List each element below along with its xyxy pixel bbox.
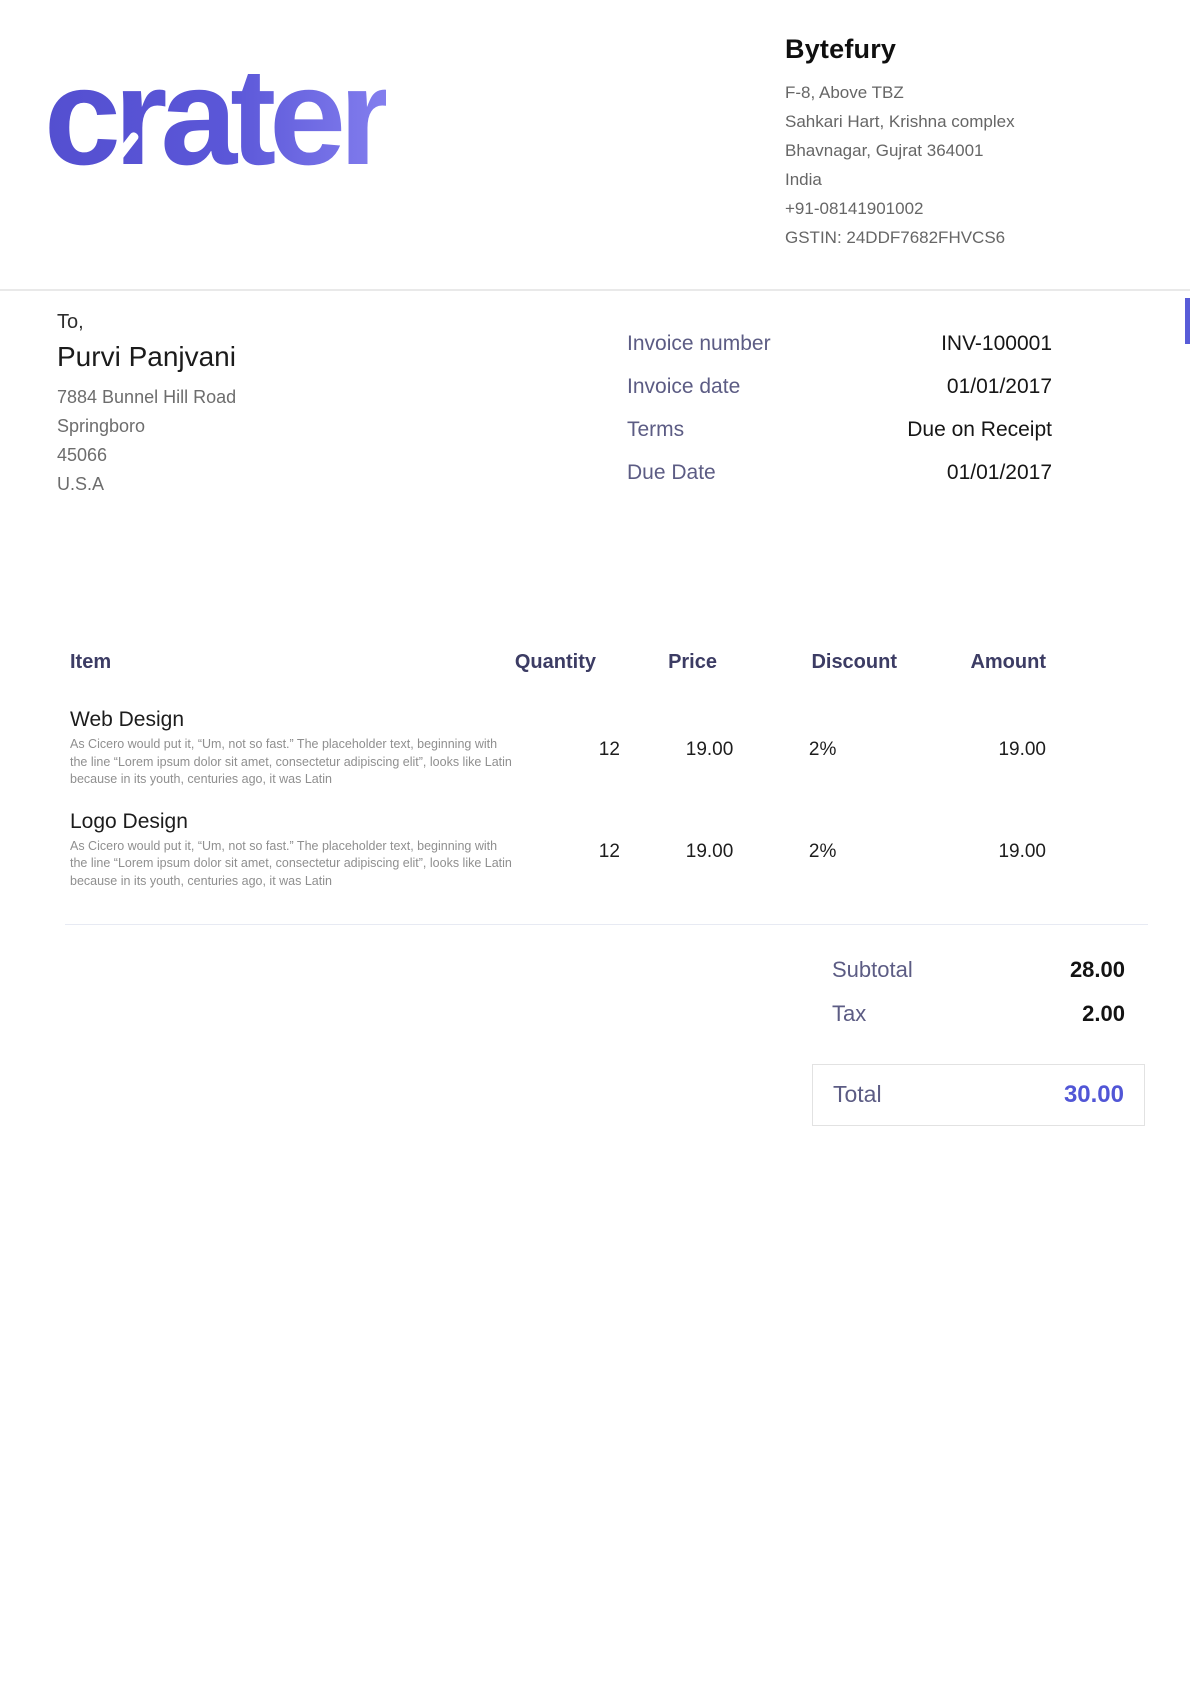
terms-row: Terms Due on Receipt [627,418,1052,447]
item-cell: Web Design As Cicero would put it, “Um, … [70,708,515,789]
right-edge-accent [1185,298,1190,344]
customer-name: Purvi Panjvani [57,341,236,373]
customer-address: 7884 Bunnel Hill Road Springboro 45066 U… [57,383,236,499]
bill-to-label: To, [57,311,236,334]
item-name: Logo Design [70,810,515,834]
totals-block: Subtotal 28.00 Tax 2.00 Total 30.00 [812,957,1145,1126]
subtotal-label: Subtotal [832,957,913,983]
invoice-number-label: Invoice number [627,332,771,356]
terms-value: Due on Receipt [907,418,1052,442]
logo-stencil-cut-icon [470,147,508,192]
invoice-meta: Invoice number INV-100001 Invoice date 0… [627,332,1052,504]
item-price: 19.00 [620,708,733,789]
total-value: 30.00 [1064,1081,1124,1109]
invoice-header: crater Bytefury F-8, Above TBZ Sahkari H… [0,0,1190,291]
due-date-row: Due Date 01/01/2017 [627,461,1052,490]
bill-to-block: To, Purvi Panjvani 7884 Bunnel Hill Road… [57,311,236,499]
item-amount: 19.00 [906,810,1046,891]
item-amount: 19.00 [906,708,1046,789]
header-quantity: Quantity [484,651,596,674]
terms-label: Terms [627,418,684,442]
tax-label: Tax [832,1001,866,1027]
invoice-number-value: INV-100001 [941,332,1052,356]
company-address-line: F-8, Above TBZ [785,78,1015,107]
item-price: 19.00 [620,810,733,891]
company-address-line: India [785,165,1015,194]
company-address-line: Bhavnagar, Gujrat 364001 [785,136,1015,165]
item-description: As Cicero would put it, “Um, not so fast… [70,736,515,789]
customer-address-line: Springboro [57,412,236,441]
total-box: Total 30.00 [812,1064,1145,1126]
company-name: Bytefury [785,34,1015,65]
due-date-value: 01/01/2017 [947,461,1052,485]
item-quantity: 12 [515,810,620,891]
header-item: Item [70,651,484,674]
invoice-page: crater Bytefury F-8, Above TBZ Sahkari H… [0,0,1190,1684]
invoice-date-row: Invoice date 01/01/2017 [627,375,1052,404]
company-phone: +91-08141901002 [785,194,1015,223]
tax-value: 2.00 [1082,1001,1125,1027]
company-address: F-8, Above TBZ Sahkari Hart, Krishna com… [785,78,1015,252]
item-quantity: 12 [515,708,620,789]
header-amount: Amount [897,651,1046,674]
item-cell: Logo Design As Cicero would put it, “Um,… [70,810,515,891]
company-gstin: GSTIN: 24DDF7682FHVCS6 [785,223,1015,252]
table-row: Web Design As Cicero would put it, “Um, … [70,708,1046,789]
table-bottom-divider [65,924,1148,925]
crater-logo-text: crater [44,40,386,194]
total-label: Total [833,1081,882,1108]
subtotal-row: Subtotal 28.00 [812,957,1145,987]
table-row: Logo Design As Cicero would put it, “Um,… [70,810,1046,891]
invoice-date-value: 01/01/2017 [947,375,1052,399]
header-price: Price [596,651,717,674]
item-description: As Cicero would put it, “Um, not so fast… [70,838,515,891]
items-table: Item Quantity Price Discount Amount Web … [70,651,1046,911]
header-discount: Discount [717,651,897,674]
customer-address-line: 45066 [57,441,236,470]
company-block: Bytefury F-8, Above TBZ Sahkari Hart, Kr… [785,34,1015,252]
tax-row: Tax 2.00 [812,1001,1145,1031]
item-name: Web Design [70,708,515,732]
crater-logo: crater [44,48,514,208]
subtotal-value: 28.00 [1070,957,1125,983]
customer-address-line: U.S.A [57,470,236,499]
logo-stencil-cut-icon [87,188,122,230]
company-address-line: Sahkari Hart, Krishna complex [785,107,1015,136]
customer-address-line: 7884 Bunnel Hill Road [57,383,236,412]
due-date-label: Due Date [627,461,716,485]
items-table-header: Item Quantity Price Discount Amount [70,651,1046,674]
item-discount: 2% [733,810,906,891]
item-discount: 2% [733,708,906,789]
invoice-date-label: Invoice date [627,375,740,399]
invoice-number-row: Invoice number INV-100001 [627,332,1052,361]
